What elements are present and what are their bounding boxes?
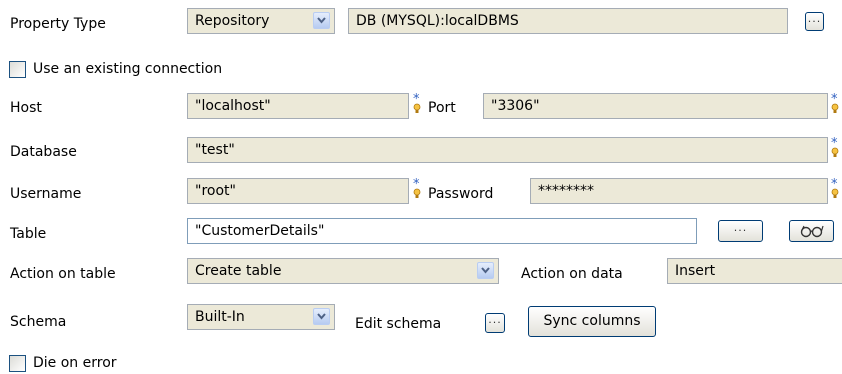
username-input[interactable]: "root"	[187, 178, 409, 204]
host-input[interactable]: "localhost"	[187, 93, 409, 119]
chevron-down-icon[interactable]	[477, 262, 494, 279]
table-label: Table	[10, 226, 47, 242]
schema-select[interactable]: Built-In	[187, 304, 335, 330]
property-type-label: Property Type	[10, 16, 106, 32]
password-input[interactable]: ********	[530, 178, 828, 204]
ellipsis-icon: ···	[807, 15, 822, 28]
action-on-table-select[interactable]: Create table	[187, 258, 499, 284]
die-on-error-checkbox[interactable]	[9, 355, 26, 372]
required-field-warning-icon: *	[413, 178, 421, 198]
sync-columns-button[interactable]: Sync columns	[528, 306, 656, 337]
required-field-warning-icon: *	[831, 137, 839, 157]
port-input[interactable]: "3306"	[483, 93, 828, 119]
action-on-table-label: Action on table	[10, 266, 116, 282]
chevron-down-icon[interactable]	[313, 12, 330, 29]
required-field-warning-icon: *	[413, 93, 421, 113]
database-label: Database	[10, 144, 77, 160]
port-label: Port	[428, 100, 456, 116]
table-browse-button[interactable]: ···	[718, 220, 763, 242]
repository-browse-button[interactable]: ···	[805, 12, 824, 31]
host-label: Host	[10, 100, 42, 116]
required-field-warning-icon: *	[831, 93, 839, 113]
use-existing-connection-checkbox[interactable]	[9, 61, 26, 78]
action-on-data-select[interactable]: Insert	[667, 258, 842, 284]
action-on-data-label: Action on data	[521, 266, 623, 282]
guess-schema-button[interactable]	[789, 220, 834, 242]
chevron-down-icon[interactable]	[313, 308, 330, 325]
edit-schema-button[interactable]: ···	[485, 313, 505, 333]
database-input[interactable]: "test"	[187, 137, 828, 163]
ellipsis-icon: ···	[488, 316, 502, 329]
schema-label: Schema	[10, 314, 67, 330]
property-type-value: Repository	[195, 13, 270, 29]
required-field-warning-icon: *	[831, 178, 839, 198]
repository-connection-field[interactable]: DB (MYSQL):localDBMS	[348, 8, 788, 34]
edit-schema-label: Edit schema	[355, 316, 442, 332]
table-input[interactable]: "CustomerDetails"	[187, 218, 697, 244]
guess-schema-icon	[800, 225, 824, 238]
ellipsis-icon: ···	[733, 224, 748, 237]
password-label: Password	[428, 186, 494, 202]
use-existing-connection-label: Use an existing connection	[33, 61, 223, 77]
property-type-select[interactable]: Repository	[187, 8, 335, 34]
username-label: Username	[10, 186, 82, 202]
die-on-error-label: Die on error	[33, 355, 117, 371]
